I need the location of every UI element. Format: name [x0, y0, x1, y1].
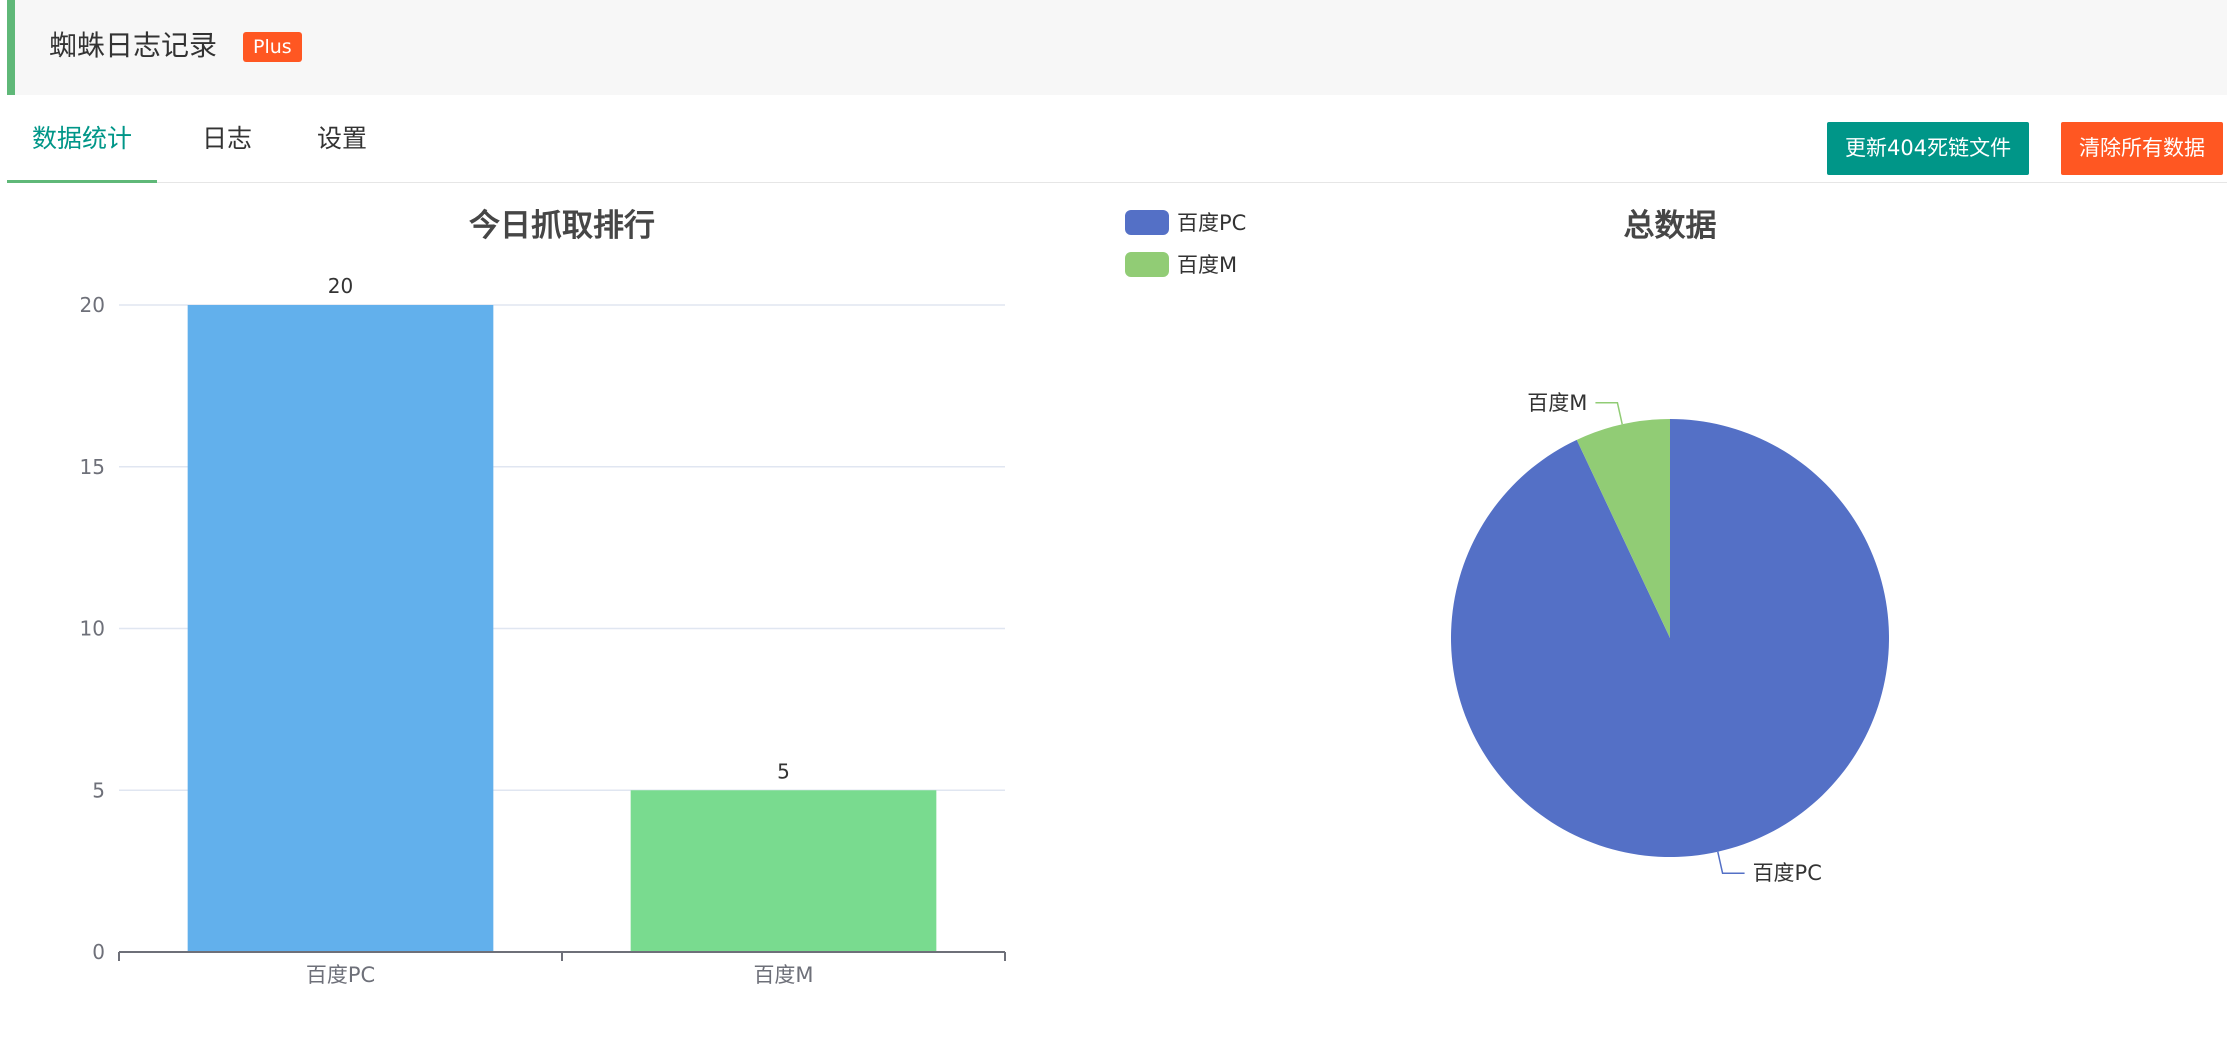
update-404-button[interactable]: 更新404死链文件: [1827, 122, 2030, 175]
legend-label: 百度M: [1177, 253, 1237, 277]
clear-all-data-button[interactable]: 清除所有数据: [2061, 122, 2223, 175]
bar-value-label: 20: [328, 274, 353, 298]
y-tick-label: 10: [80, 617, 105, 641]
bar-value-label: 5: [777, 759, 790, 783]
bar: [187, 305, 494, 952]
plus-badge: Plus: [243, 32, 302, 62]
pie-slice-label: 百度PC: [1753, 861, 1822, 885]
tab-logs[interactable]: 日志: [182, 95, 272, 183]
pie-leader-line: [1595, 402, 1623, 425]
page-header: 蜘蛛日志记录 Plus: [7, 0, 2227, 95]
pie-slice-label: 百度M: [1527, 391, 1587, 415]
y-tick-label: 5: [92, 778, 105, 802]
tab-bar: 数据统计 日志 设置 更新404死链文件 清除所有数据: [7, 95, 2227, 183]
bar: [630, 790, 937, 952]
legend-swatch: [1125, 210, 1169, 235]
pie-leader-line: [1717, 851, 1745, 874]
bar-chart: 0 5 10 15 20 20 百度PC 5 百度M: [80, 274, 1006, 987]
y-tick-label: 15: [80, 455, 105, 479]
y-tick-label: 0: [92, 940, 105, 964]
pie-chart: 百度PC 百度M 百度PC 百度M: [1125, 210, 1889, 885]
x-tick-label: 百度PC: [306, 963, 375, 987]
page: 蜘蛛日志记录 Plus 数据统计 日志 设置 更新404死链文件 清除所有数据 …: [0, 0, 2235, 1062]
y-tick-label: 20: [80, 293, 105, 317]
tab-settings[interactable]: 设置: [297, 95, 387, 183]
x-tick-label: 百度M: [753, 963, 813, 987]
legend-label: 百度PC: [1177, 211, 1246, 235]
page-title: 蜘蛛日志记录: [49, 29, 218, 62]
legend-swatch: [1125, 252, 1169, 277]
tab-statistics[interactable]: 数据统计: [7, 95, 157, 183]
